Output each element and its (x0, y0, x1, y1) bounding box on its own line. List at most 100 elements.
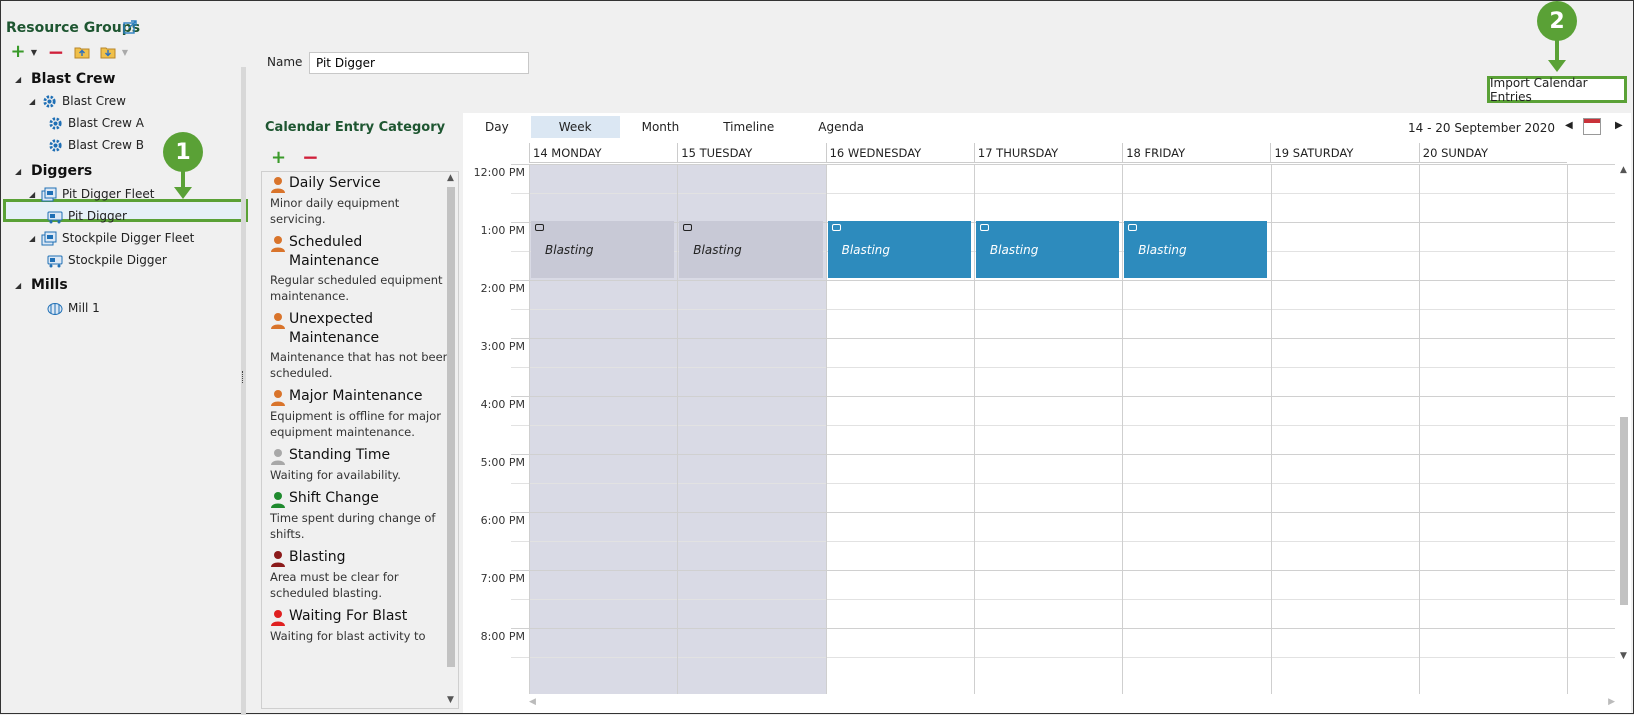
tab-month[interactable]: Month (620, 116, 702, 138)
name-input[interactable] (309, 52, 529, 74)
callout-badge-2: 2 (1537, 1, 1577, 41)
category-item[interactable]: Daily Service Minor daily equipment servi… (262, 172, 458, 231)
tree-item-stockpile-digger[interactable]: Stockpile Digger (47, 249, 167, 271)
category-item[interactable]: Shift Change Time spent during change of … (262, 487, 458, 546)
category-head: Standing Time (270, 446, 454, 466)
callout-arrow-1 (174, 187, 192, 199)
add-button[interactable]: + (9, 43, 27, 61)
category-name: Unexpected Maintenance (289, 311, 380, 346)
day-header[interactable]: 17 THURSDAY (973, 143, 1122, 163)
calendar-vertical-scrollbar[interactable]: ▲ ▼ (1617, 163, 1631, 713)
callout-badge-1: 1 (163, 132, 203, 172)
tree-group-diggers[interactable]: ◢ Diggers (15, 160, 92, 182)
scroll-up-icon[interactable]: ▲ (1620, 165, 1627, 175)
add-dropdown-button[interactable]: ▼ (29, 43, 39, 61)
scroll-down-icon[interactable]: ▼ (447, 695, 454, 705)
tree-group-label: Mills (31, 277, 68, 293)
half-hour-tick (511, 193, 529, 194)
calendar-event[interactable]: Blasting (1124, 221, 1268, 278)
half-hour-line (529, 541, 1615, 542)
calendar-grid[interactable]: 12:00 PM 1:00 PM 2:00 PM 3:00 PM 4:00 PM 5:00… (463, 164, 1619, 694)
tree-item-pit-digger-fleet[interactable]: ◢ Pit Digger Fleet (29, 183, 154, 205)
tab-timeline[interactable]: Timeline (701, 116, 796, 138)
expand-caret-icon[interactable]: ◢ (29, 97, 39, 106)
tree-group-blast-crew[interactable]: ◢ Blast Crew (15, 68, 115, 90)
expand-all-button[interactable] (73, 43, 91, 61)
category-description: Waiting for availability. (270, 468, 401, 482)
tree-group-mills[interactable]: ◢ Mills (15, 274, 68, 296)
tab-week[interactable]: Week (530, 116, 620, 138)
category-item[interactable]: Standing Time Waiting for availability. (262, 444, 458, 487)
event-title: Blasting (1138, 243, 1187, 257)
fleet-icon (41, 230, 57, 246)
hour-tick (511, 570, 529, 571)
half-hour-line (529, 483, 1615, 484)
scroll-thumb[interactable] (1620, 417, 1628, 605)
hour-tick (511, 396, 529, 397)
calendar-event[interactable]: Blasting (531, 221, 675, 278)
day-divider (973, 164, 975, 694)
import-calendar-entries-button[interactable]: Import Calendar Entries (1487, 76, 1627, 104)
category-item[interactable]: Waiting For Blast Waiting for blast activ… (262, 605, 458, 648)
calendar-event[interactable]: Blasting (827, 221, 971, 278)
expand-caret-icon[interactable]: ◢ (29, 234, 39, 243)
calendar-event[interactable]: Blasting (975, 221, 1120, 278)
digger-icon (47, 252, 63, 268)
scroll-left-icon[interactable]: ◀ (529, 697, 536, 707)
hour-tick (511, 222, 529, 223)
panel-splitter[interactable] (241, 67, 246, 715)
collapse-all-button[interactable] (99, 43, 117, 61)
category-head: Scheduled Maintenance (270, 233, 454, 271)
scroll-up-icon[interactable]: ▲ (447, 173, 454, 183)
digger-icon (47, 208, 63, 224)
expand-caret-icon[interactable]: ◢ (15, 75, 25, 84)
tab-agenda[interactable]: Agenda (796, 116, 886, 138)
add-category-button[interactable]: + (271, 149, 286, 167)
calendar-picker-icon[interactable] (1583, 118, 1601, 135)
scroll-right-icon[interactable]: ▶ (1608, 697, 1615, 707)
tree-item-label: Blast Crew A (68, 116, 144, 130)
hour-line (529, 454, 1615, 455)
category-item[interactable]: Major Maintenance Equipment is offline fo… (262, 385, 458, 444)
day-header[interactable]: 19 SATURDAY (1270, 143, 1418, 163)
open-external-icon[interactable] (123, 20, 137, 34)
splitter-grip-icon[interactable] (242, 371, 245, 383)
calendar-event[interactable]: Blasting (679, 221, 823, 278)
hour-line (529, 280, 1615, 281)
day-header[interactable]: 14 MONDAY (529, 143, 677, 163)
fleet-icon (41, 186, 57, 202)
day-header[interactable]: 15 TUESDAY (677, 143, 825, 163)
day-header[interactable]: 20 SUNDAY (1418, 143, 1567, 163)
category-scrollbar[interactable]: ▲ ▼ (445, 173, 457, 707)
category-item[interactable]: Scheduled Maintenance Regular scheduled e… (262, 231, 458, 308)
mill-icon (47, 300, 63, 316)
scroll-thumb[interactable] (447, 187, 455, 667)
tree-item-blast-crew-b[interactable]: Blast Crew B (47, 134, 144, 156)
tab-day[interactable]: Day (463, 116, 531, 138)
tree-item-mill-1[interactable]: Mill 1 (47, 297, 100, 319)
remove-button[interactable]: − (47, 42, 65, 62)
tree-item-blast-crew-a[interactable]: Blast Crew A (47, 112, 144, 134)
day-header[interactable]: 16 WEDNESDAY (825, 143, 974, 163)
hour-line (529, 628, 1615, 629)
expand-caret-icon[interactable]: ◢ (15, 281, 25, 290)
tree-item-blast-crew[interactable]: ◢ Blast Crew (29, 90, 126, 112)
tree-item-pit-digger[interactable]: Pit Digger (47, 205, 127, 227)
category-item[interactable]: Blasting Area must be clear for scheduled… (262, 546, 458, 605)
more-dropdown-button[interactable]: ▼ (121, 43, 129, 61)
hour-line (529, 570, 1615, 571)
expand-caret-icon[interactable]: ◢ (29, 190, 39, 199)
category-name: Major Maintenance (289, 388, 423, 404)
remove-category-button[interactable]: − (302, 147, 319, 167)
expand-caret-icon[interactable]: ◢ (15, 167, 25, 176)
time-label: 6:00 PM (480, 514, 525, 527)
calendar-horizontal-scrollbar[interactable]: ◀ ▶ (529, 697, 1615, 709)
tree-item-stockpile-digger-fleet[interactable]: ◢ Stockpile Digger Fleet (29, 227, 194, 249)
hour-tick (511, 628, 529, 629)
previous-week-icon[interactable]: ◀ (1565, 120, 1573, 131)
recurrence-icon (979, 224, 989, 231)
scroll-down-icon[interactable]: ▼ (1620, 651, 1627, 661)
category-item[interactable]: Unexpected Maintenance Maintenance that h… (262, 308, 458, 385)
day-header[interactable]: 18 FRIDAY (1122, 143, 1270, 163)
next-week-icon[interactable]: ▶ (1615, 120, 1623, 131)
